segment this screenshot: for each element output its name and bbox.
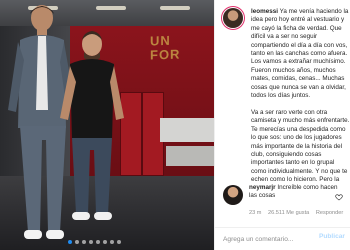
carousel-dot — [117, 240, 121, 244]
carousel-dot — [75, 240, 79, 244]
comment-avatar[interactable] — [223, 185, 243, 205]
right-person — [60, 31, 124, 220]
post-photo[interactable]: UN FOR — [0, 0, 214, 250]
caption-text: leomessi Ya me venía haciendo la idea pe… — [251, 8, 350, 201]
carousel-dot — [96, 240, 100, 244]
post-comment-button[interactable]: Publicar — [319, 233, 345, 240]
carousel-dot — [110, 240, 114, 244]
carousel-dot — [68, 240, 72, 244]
comment-likes[interactable]: 26.511 Me gusta — [268, 210, 309, 216]
caption-panel: leomessi Ya me venía haciendo la idea pe… — [214, 0, 350, 250]
post-caption: leomessi Ya me venía haciendo la idea pe… — [215, 0, 350, 201]
comment-meta: 23 m 26.511 Me gusta Responder — [249, 210, 348, 216]
comment-username[interactable]: neymarjr — [249, 184, 276, 191]
left-person — [8, 5, 74, 239]
caption-body: Ya me venía haciendo la idea pero hoy en… — [251, 8, 350, 200]
comment-input[interactable] — [223, 232, 319, 246]
carousel-dot — [103, 240, 107, 244]
carousel-dot — [82, 240, 86, 244]
comment-time: 23 m — [249, 210, 262, 216]
add-comment-bar: Publicar — [215, 227, 350, 250]
post-username[interactable]: leomessi — [251, 8, 278, 15]
two-players-figure — [8, 5, 124, 239]
like-heart-icon[interactable] — [335, 193, 343, 201]
comment-body: neymarjr Increíble como hacen las cosas — [249, 184, 347, 201]
avatar[interactable] — [223, 8, 243, 28]
comment-item: neymarjr Increíble como hacen las cosas … — [223, 181, 349, 223]
reply-button[interactable]: Responder — [316, 210, 343, 216]
comments-scroll[interactable]: leomessi Ya me venía haciendo la idea pe… — [215, 0, 350, 227]
carousel-dot — [89, 240, 93, 244]
instagram-post-view: UN FOR leomessi Ya me venía haciendo la … — [0, 0, 350, 250]
carousel-indicator — [68, 240, 121, 244]
